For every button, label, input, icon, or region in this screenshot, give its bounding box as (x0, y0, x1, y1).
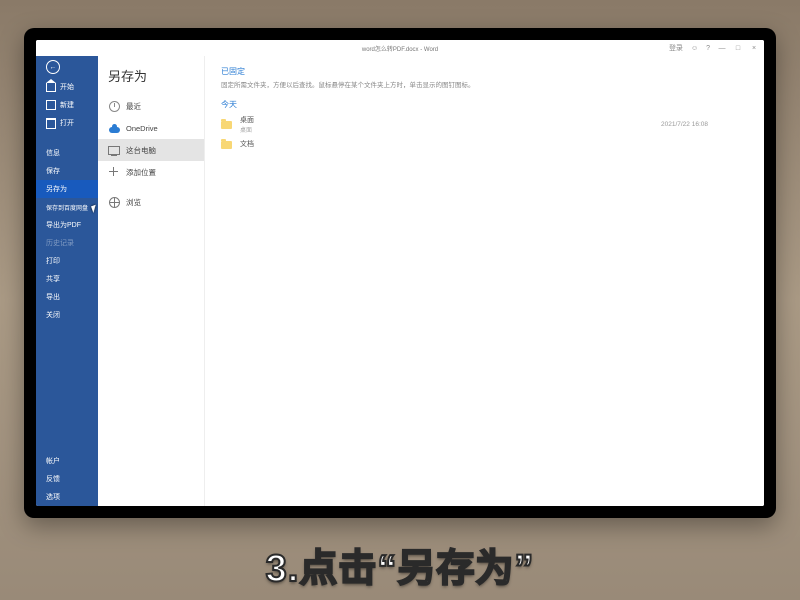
folder-row[interactable]: 桌面 桌面 2021/7/22 16:08 (221, 114, 748, 134)
nav-account[interactable]: 帐户 (36, 452, 98, 470)
pinned-description: 固定所需文件夹，方便以后查找。鼠标悬停在某个文件夹上方时，单击显示的图钉图标。 (221, 79, 748, 89)
help-icon[interactable]: ? (706, 45, 710, 52)
loc-browse[interactable]: 浏览 (98, 191, 204, 213)
folder-sub: 桌面 (240, 125, 360, 134)
cloud-icon (109, 127, 120, 133)
nav-print[interactable]: 打印 (36, 252, 98, 270)
nav-share[interactable]: 共享 (36, 270, 98, 288)
save-locations-panel: 另存为 最近 OneDrive 这台电脑 添加位置 浏览 (98, 56, 205, 506)
plus-icon (109, 167, 119, 177)
today-heading: 今天 (221, 99, 748, 110)
nav-save-baidu[interactable]: 保存到百度网盘 (36, 198, 98, 216)
close-button[interactable]: × (750, 45, 758, 52)
loc-onedrive[interactable]: OneDrive (98, 117, 204, 139)
back-button[interactable]: ← (36, 56, 98, 78)
nav-new[interactable]: 新建 (36, 96, 98, 114)
new-icon (46, 100, 56, 110)
monitor-frame: word怎么转PDF.docx - Word 登录 ☺ ? — □ × ← 开始… (24, 28, 776, 518)
nav-save-as[interactable]: 另存为 (36, 180, 98, 198)
screen: word怎么转PDF.docx - Word 登录 ☺ ? — □ × ← 开始… (36, 40, 764, 506)
login-link[interactable]: 登录 (669, 43, 683, 53)
document-title: word怎么转PDF.docx - Word (362, 44, 438, 53)
nav-save[interactable]: 保存 (36, 162, 98, 180)
nav-close[interactable]: 关闭 (36, 306, 98, 324)
tutorial-caption: 3.点击“另存为” (0, 537, 800, 592)
loc-recent[interactable]: 最近 (98, 95, 204, 117)
pinned-heading: 已固定 (221, 66, 748, 77)
nav-feedback[interactable]: 反馈 (36, 470, 98, 488)
back-arrow-icon: ← (46, 60, 60, 74)
nav-export[interactable]: 导出 (36, 288, 98, 306)
nav-export-pdf[interactable]: 导出为PDF (36, 216, 98, 234)
folder-name: 文档 (240, 139, 360, 149)
browse-icon (109, 197, 120, 208)
title-bar: word怎么转PDF.docx - Word 登录 ☺ ? — □ × (36, 40, 764, 56)
loc-this-pc[interactable]: 这台电脑 (98, 139, 204, 161)
folder-icon (221, 121, 232, 129)
folder-name: 桌面 (240, 115, 360, 125)
open-icon (46, 118, 56, 129)
nav-info[interactable]: 信息 (36, 144, 98, 162)
folder-row[interactable]: 文档 (221, 134, 748, 154)
loc-add-place[interactable]: 添加位置 (98, 161, 204, 183)
nav-home[interactable]: 开始 (36, 78, 98, 96)
backstage-sidebar: ← 开始 新建 打开 信息 保存 另存为 保存到百度网盘 导出为PDF 历史记录… (36, 56, 98, 506)
nav-options[interactable]: 选项 (36, 488, 98, 506)
nav-open[interactable]: 打开 (36, 114, 98, 132)
home-icon (46, 83, 56, 92)
face-icon[interactable]: ☺ (691, 45, 698, 52)
folder-icon (221, 141, 232, 149)
folder-date: 2021/7/22 16:08 (661, 121, 708, 128)
page-title: 另存为 (98, 66, 204, 95)
minimize-button[interactable]: — (718, 45, 726, 52)
titlebar-right: 登录 ☺ ? — □ × (669, 40, 758, 56)
maximize-button[interactable]: □ (734, 45, 742, 52)
clock-icon (109, 101, 120, 112)
folder-list-panel: 已固定 固定所需文件夹，方便以后查找。鼠标悬停在某个文件夹上方时，单击显示的图钉… (205, 56, 764, 506)
pc-icon (108, 146, 120, 155)
nav-history: 历史记录 (36, 234, 98, 252)
